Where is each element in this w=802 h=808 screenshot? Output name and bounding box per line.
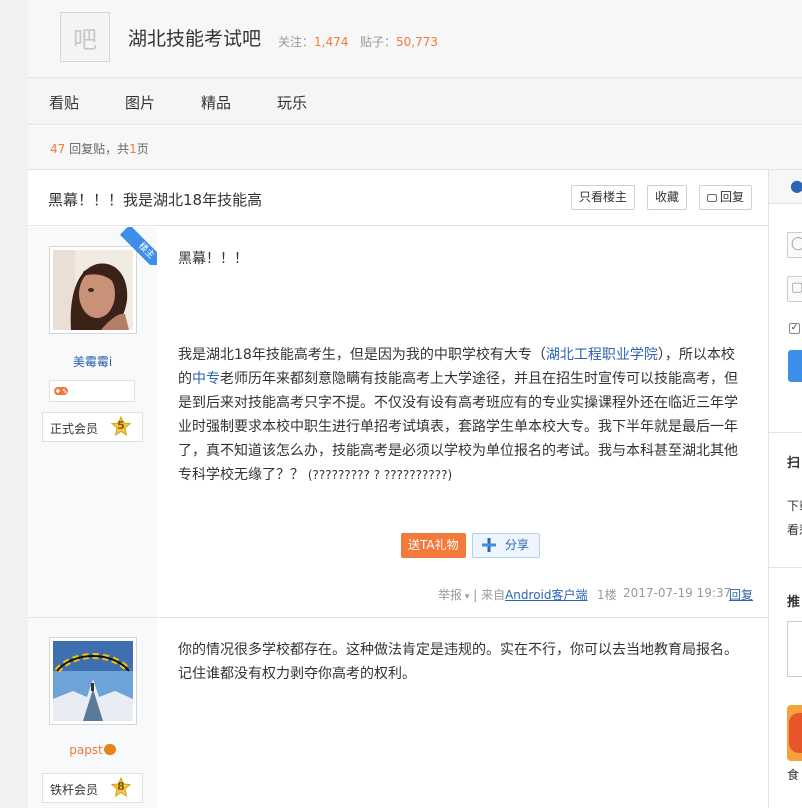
left-gutter (0, 0, 28, 808)
post-content: 你的情况很多学校都存在。这种做法肯定是违规的。实在不行，你可以去当地教育局报名。… (178, 642, 738, 682)
forum-header: 吧 湖北技能考试吧 关注：1,474 贴子：50,773 (28, 0, 802, 78)
posts-stat: 贴子：50,773 (360, 35, 439, 49)
reply-link[interactable]: 回复 (729, 586, 753, 603)
reply-count-bar: 47 回复贴，共1页 (28, 126, 802, 170)
member-rank[interactable]: 正式会员 5 (42, 412, 143, 442)
pumpkin-icon (103, 744, 116, 755)
download-label: 下载 (787, 499, 802, 513)
reply-count: 47 回复贴，共1页 (50, 142, 149, 156)
thread-title: 黑幕！！！我是湖北18年技能高 (48, 191, 263, 209)
right-sidebar: ● ◯ ▢ ✓ 扫 下载 看惹 推 食 (768, 170, 802, 808)
gamepad-icon[interactable] (53, 384, 69, 398)
lock-icon: ▢ (791, 280, 802, 295)
recommend-label: 推 (787, 595, 801, 610)
reply-button[interactable]: 回复 (699, 185, 753, 210)
thread-title-row: 黑幕！！！我是湖北18年技能高 只看楼主 收藏 回复 (28, 170, 768, 226)
level-badge-icon: 5 (110, 416, 132, 438)
divider (769, 567, 802, 568)
tab-images[interactable]: 图片 (125, 92, 155, 113)
user-badges (49, 380, 135, 402)
post-username[interactable]: papst (28, 743, 157, 757)
post-floor-1: 楼主 美霉霉i 正式会员 5 黑幕！！！ 我是湖北18年技能高考生，但是因为我的… (28, 227, 768, 618)
username-input[interactable]: ◯ (787, 232, 802, 258)
link-secondary-school[interactable]: 中专 (192, 371, 220, 387)
login-button[interactable] (788, 350, 802, 382)
recommend-image-2[interactable] (787, 705, 802, 761)
link-hubei-engineering-college[interactable]: 湖北工程职业学院 (546, 347, 658, 363)
user-icon: ◯ (791, 236, 802, 251)
forum-nav: 看贴 图片 精品 玩乐 (28, 78, 802, 125)
forum-page: 吧 湖北技能考试吧 关注：1,474 贴子：50,773 看贴 图片 精品 玩乐… (28, 0, 802, 808)
look-label: 看惹 (787, 523, 802, 537)
password-input[interactable]: ▢ (787, 276, 802, 302)
scan-label: 扫 (787, 456, 801, 471)
post-meta: 举报 ▾ | 来自Android客户端 (438, 588, 588, 602)
post-floor-2: papst 铁杆会员 8 你的情况很多学校都存在。这种做法肯定是违规的。实在不行… (28, 618, 768, 808)
recommend-image[interactable] (787, 621, 802, 677)
client-link[interactable]: Android客户端 (505, 588, 587, 602)
post-time: 2017-07-19 19:37 (623, 586, 732, 600)
forum-name[interactable]: 湖北技能考试吧 (128, 24, 261, 51)
forum-logo[interactable]: 吧 (60, 12, 110, 62)
favorite-button[interactable]: 收藏 (647, 185, 688, 210)
post-username[interactable]: 美霉霉i (28, 353, 157, 370)
tab-featured[interactable]: 精品 (201, 92, 231, 113)
paw-icon: ● (790, 176, 802, 195)
op-badge: 楼主 (119, 227, 157, 265)
comment-icon (707, 194, 717, 202)
post-title-line: 黑幕！！！ (178, 251, 248, 267)
tab-fun[interactable]: 玩乐 (277, 92, 307, 113)
remember-checkbox[interactable]: ✓ (789, 323, 800, 334)
avatar-image (53, 641, 133, 721)
divider (769, 432, 802, 433)
share-plus-icon (482, 538, 496, 552)
level-badge-icon: 8 (110, 777, 132, 799)
sidebar-header: ● (769, 170, 802, 204)
post-content: 我是湖北18年技能高考生，但是因为我的中职学校有大专（湖北工程职业学院），所以本… (178, 347, 738, 483)
send-gift-button[interactable]: 送TA礼物 (401, 533, 466, 558)
avatar[interactable] (49, 637, 137, 725)
food-label: 食 (787, 768, 800, 782)
post-author-panel: papst 铁杆会员 8 (28, 618, 157, 808)
share-button[interactable]: 分享 (472, 533, 540, 558)
follow-stat: 关注：1,474 (278, 35, 349, 49)
op-only-button[interactable]: 只看楼主 (571, 185, 636, 210)
member-rank[interactable]: 铁杆会员 8 (42, 773, 143, 803)
tab-posts[interactable]: 看贴 (49, 92, 79, 113)
post-author-panel: 楼主 美霉霉i 正式会员 5 (28, 227, 157, 617)
report-link[interactable]: 举报 (438, 588, 462, 602)
floor-number: 1楼 (597, 588, 617, 602)
